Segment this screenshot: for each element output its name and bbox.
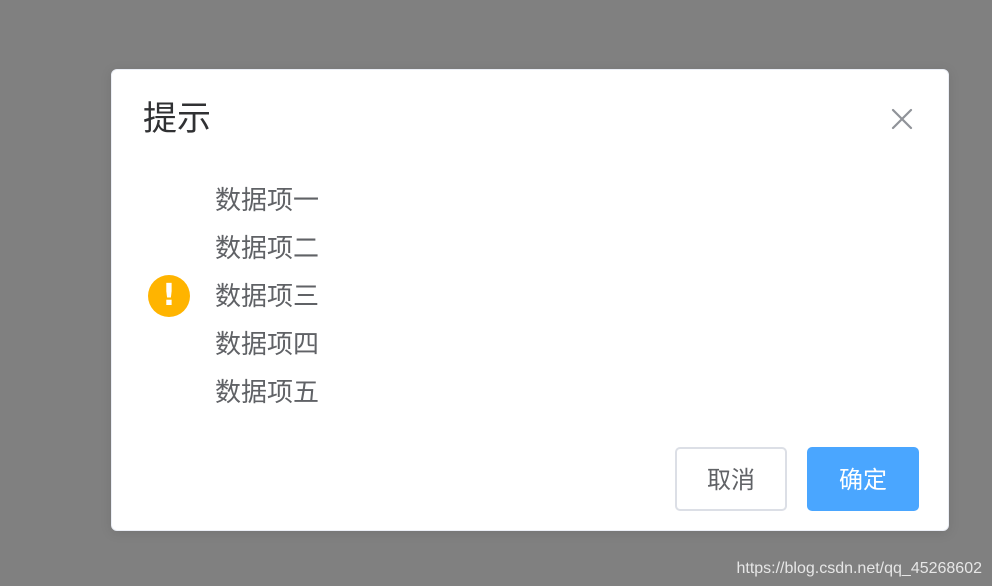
- message-item: 数据项五: [215, 378, 320, 408]
- message-item: 数据项二: [215, 234, 320, 264]
- message-item: 数据项四: [215, 330, 320, 360]
- warning-icon: !: [148, 275, 190, 317]
- watermark-url: https://blog.csdn.net/qq_45268602: [736, 560, 982, 577]
- message-box-dialog: 提示 ! 数据项一 数据项二 数据项三 数据项四 数据项五 取消 确定: [111, 69, 949, 531]
- dialog-title: 提示: [143, 99, 211, 139]
- close-icon: [891, 108, 913, 130]
- close-button[interactable]: [886, 103, 918, 135]
- message-item: 数据项三: [215, 282, 320, 312]
- message-item: 数据项一: [215, 186, 320, 216]
- confirm-button[interactable]: 确定: [807, 447, 919, 511]
- cancel-button[interactable]: 取消: [675, 447, 787, 511]
- message-list: 数据项一 数据项二 数据项三 数据项四 数据项五: [215, 177, 319, 417]
